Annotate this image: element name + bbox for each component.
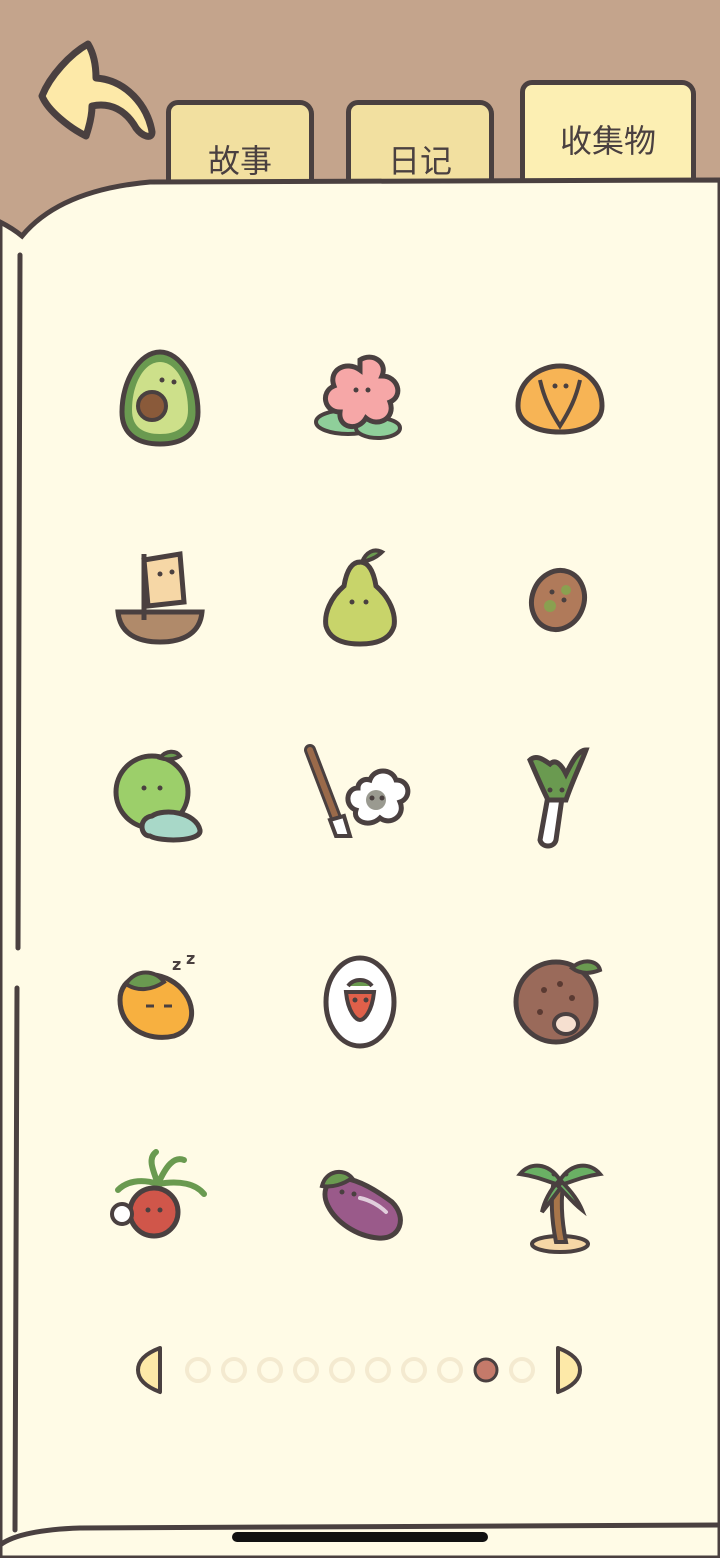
home-indicator[interactable] bbox=[232, 1532, 488, 1542]
pear-icon[interactable] bbox=[300, 540, 420, 660]
svg-text:z: z bbox=[186, 949, 195, 968]
page-dot[interactable] bbox=[401, 1357, 427, 1383]
lychee-icon[interactable] bbox=[100, 1140, 220, 1260]
leek-icon[interactable] bbox=[500, 740, 620, 860]
page-dot[interactable] bbox=[221, 1357, 247, 1383]
page-dot-active[interactable] bbox=[473, 1357, 499, 1383]
page-dot[interactable] bbox=[365, 1357, 391, 1383]
green-apple-icon[interactable] bbox=[100, 740, 220, 860]
page-dot[interactable] bbox=[257, 1357, 283, 1383]
palm-tree-icon[interactable] bbox=[500, 1140, 620, 1260]
avocado-icon[interactable] bbox=[100, 340, 220, 460]
page-dot[interactable] bbox=[293, 1357, 319, 1383]
eggplant-icon[interactable] bbox=[300, 1140, 420, 1260]
prev-page-button[interactable] bbox=[136, 1346, 162, 1394]
page-dot[interactable] bbox=[185, 1357, 211, 1383]
cabbage-icon[interactable] bbox=[500, 340, 620, 460]
page-dots bbox=[185, 1357, 535, 1383]
page-dot[interactable] bbox=[437, 1357, 463, 1383]
page-dot[interactable] bbox=[329, 1357, 355, 1383]
svg-text:z: z bbox=[172, 955, 181, 974]
kiwi-icon[interactable] bbox=[500, 540, 620, 660]
sleeping-mango-icon[interactable]: z z bbox=[100, 940, 220, 1060]
strawberry-egg-icon[interactable] bbox=[300, 940, 420, 1060]
paintbrush-cloud-icon[interactable] bbox=[300, 740, 420, 860]
next-page-button[interactable] bbox=[556, 1346, 582, 1394]
sailboat-icon[interactable] bbox=[100, 540, 220, 660]
page-indicator bbox=[136, 1346, 582, 1394]
page-dot[interactable] bbox=[509, 1357, 535, 1383]
durian-icon[interactable] bbox=[500, 940, 620, 1060]
flower-icon[interactable] bbox=[300, 340, 420, 460]
